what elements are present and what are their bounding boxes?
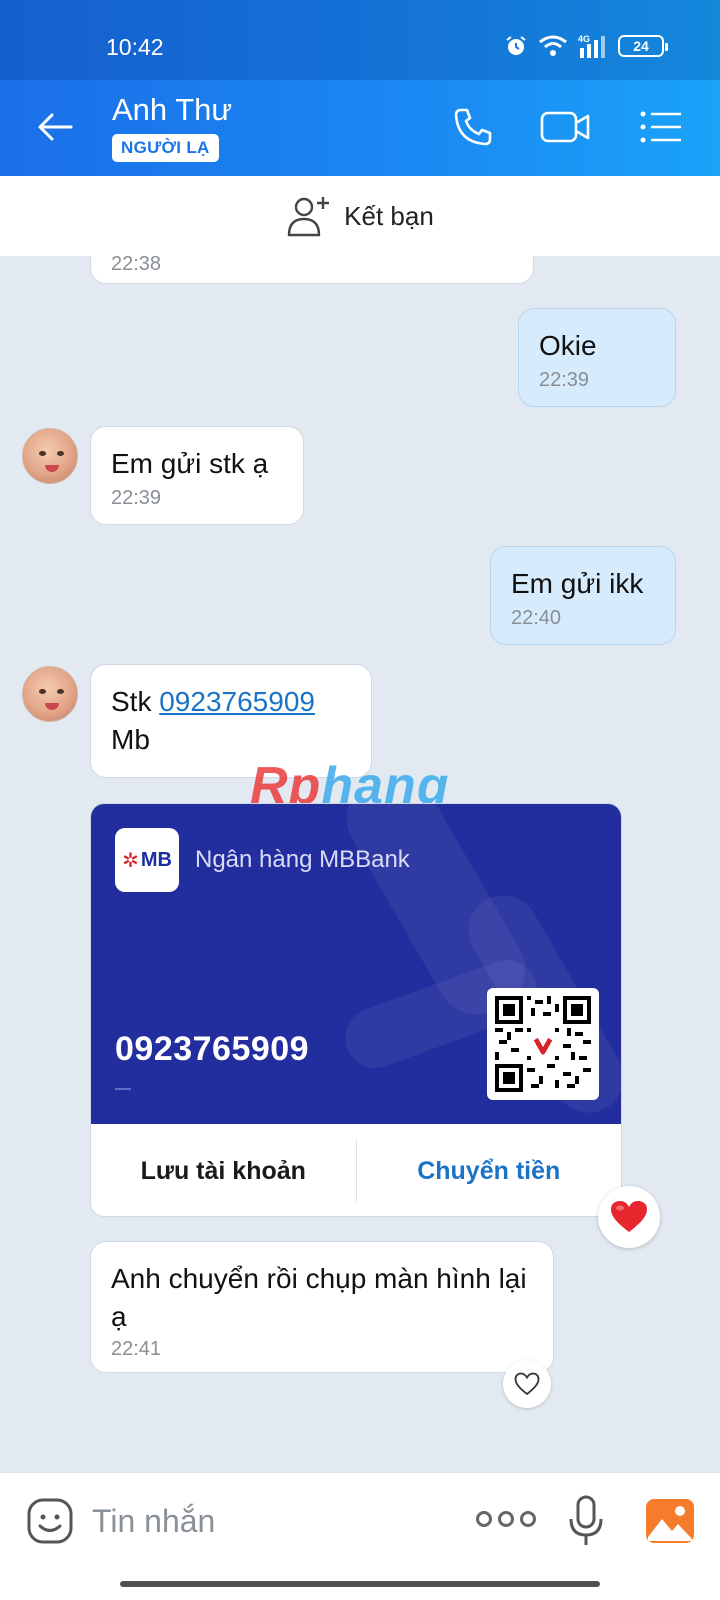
alarm-icon <box>506 36 526 55</box>
message-bubble-received[interactable]: 22:38 <box>90 256 534 284</box>
contact-avatar[interactable] <box>22 428 78 484</box>
message-text-prefix: Stk <box>111 686 160 717</box>
more-options-button[interactable] <box>476 1511 536 1527</box>
message-text-suffix: Mb <box>111 724 150 755</box>
bank-name: Ngân hàng MBBank <box>195 846 410 873</box>
message-bubble-sent[interactable]: Em gửi ikk 22:40 <box>490 546 676 645</box>
voice-call-button[interactable] <box>448 104 498 150</box>
message-time: 22:40 <box>511 607 562 629</box>
chat-options-button[interactable] <box>636 104 686 150</box>
emoji-icon <box>27 1498 73 1544</box>
qr-code[interactable] <box>487 988 599 1100</box>
arrow-left-icon <box>38 113 73 141</box>
send-image-button[interactable] <box>644 1497 696 1545</box>
chat-header: 10:42 4G 24 Anh Thư NGƯỜI LẠ <box>0 0 720 176</box>
mb-bank-logo: ✲ MB <box>115 828 179 892</box>
video-camera-icon <box>540 111 590 143</box>
video-call-button[interactable] <box>540 104 590 150</box>
wifi-icon <box>539 35 567 56</box>
battery-level: 24 <box>633 38 649 54</box>
back-button[interactable] <box>32 104 78 150</box>
message-text: Anh chuyển rồi chụp màn hình lại ạ <box>111 1263 527 1332</box>
more-dot <box>498 1511 514 1527</box>
account-holder: — <box>115 1080 131 1097</box>
message-time: 22:39 <box>539 369 590 391</box>
list-menu-icon <box>640 111 681 143</box>
reaction-button[interactable] <box>503 1360 551 1408</box>
bank-account-card[interactable]: ✲ MB Ngân hàng MBBank 0923765909 — Lưu t… <box>90 803 622 1217</box>
message-input[interactable]: Tin nhắn <box>92 1503 215 1540</box>
battery-indicator: 24 <box>618 35 668 57</box>
bank-card-actions: Lưu tài khoản Chuyển tiền <box>91 1124 622 1216</box>
transfer-money-button[interactable]: Chuyển tiền <box>357 1157 622 1186</box>
reaction-heart[interactable] <box>598 1186 660 1248</box>
message-text: Em gửi ikk <box>511 568 644 599</box>
message-bubble-received[interactable]: Em gửi stk ạ 22:39 <box>90 426 304 525</box>
add-friend-icon <box>287 197 330 237</box>
add-friend-label: Kết bạn <box>344 200 434 231</box>
microphone-icon <box>569 1495 603 1545</box>
contact-avatar[interactable] <box>22 666 78 722</box>
contact-name[interactable]: Anh Thư <box>112 92 232 128</box>
voice-message-button[interactable] <box>566 1495 606 1547</box>
save-account-button[interactable]: Lưu tài khoản <box>91 1157 356 1186</box>
account-number-link[interactable]: 0923765909 <box>159 686 315 717</box>
message-text: Stk 0923765909 Mb <box>111 683 351 759</box>
heart-outline-icon <box>514 1372 540 1396</box>
phone-icon <box>454 108 492 146</box>
image-gallery-icon <box>646 1499 694 1543</box>
message-time: 22:39 <box>111 487 162 509</box>
bank-logo-text: MB <box>140 848 172 871</box>
bank-account-number: 0923765909 <box>115 1030 310 1068</box>
sticker-button[interactable] <box>26 1497 74 1545</box>
heart-filled-icon <box>611 1201 647 1232</box>
status-time: 10:42 <box>106 34 164 60</box>
stranger-badge: NGƯỜI LẠ <box>112 134 219 162</box>
svg-text:4G: 4G <box>578 34 590 44</box>
message-bubble-sent[interactable]: Okie 22:39 <box>518 308 676 407</box>
status-bar: 10:42 4G 24 <box>0 0 720 80</box>
signal-icon: 4G <box>578 34 605 58</box>
status-icons: 4G 24 <box>504 34 668 58</box>
message-text: Okie <box>539 330 597 361</box>
add-friend-bar[interactable]: Kết bạn <box>0 176 720 256</box>
message-time: 22:41 <box>111 1338 162 1360</box>
bank-card-body: ✲ MB Ngân hàng MBBank 0923765909 — <box>91 804 621 1124</box>
more-dot <box>476 1511 492 1527</box>
home-indicator <box>120 1581 600 1587</box>
message-composer: Tin nhắn <box>0 1472 720 1600</box>
message-list[interactable]: 22:38 Okie 22:39 Em gửi stk ạ 22:39 Em g… <box>0 256 720 1472</box>
message-text: Em gửi stk ạ <box>111 448 269 479</box>
message-bubble-received[interactable]: Anh chuyển rồi chụp màn hình lại ạ 22:41 <box>90 1241 554 1373</box>
message-time: 22:38 <box>111 256 162 275</box>
more-dot <box>520 1511 536 1527</box>
